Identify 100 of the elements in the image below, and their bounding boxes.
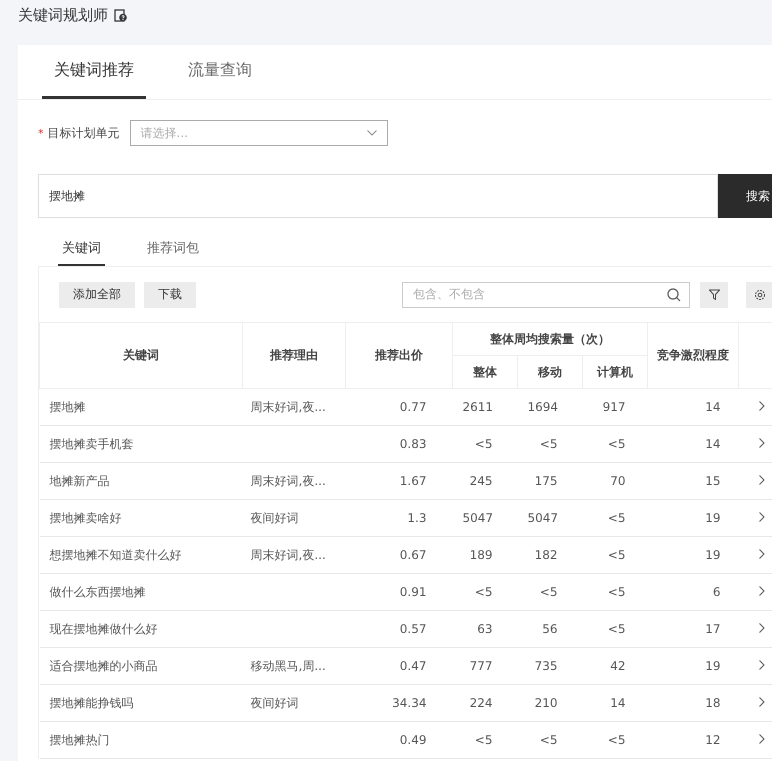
chevron-right-icon[interactable] — [758, 586, 764, 596]
table-cell: <5 — [540, 437, 558, 451]
table-cell: <5 — [608, 585, 626, 599]
table-cell: <5 — [540, 733, 558, 747]
table-cell: 15 — [705, 474, 720, 488]
table-cell: 0.49 — [400, 733, 426, 747]
table-cell: 周末好词,夜... — [250, 548, 326, 562]
table-cell: 189 — [470, 548, 492, 562]
table-cell: 0.67 — [400, 548, 426, 562]
chevron-right-icon[interactable] — [758, 549, 764, 559]
table-cell: <5 — [474, 437, 492, 451]
table-cell: 0.47 — [400, 659, 426, 673]
table-cell: 1.67 — [400, 474, 426, 488]
tab[interactable]: 关键词推荐 — [42, 45, 146, 99]
table-cell: 1.3 — [407, 511, 426, 525]
table-cell: 14 — [610, 696, 626, 710]
tab[interactable]: 流量查询 — [176, 45, 264, 99]
chevron-right-icon[interactable] — [758, 438, 764, 448]
chevron-right-icon[interactable] — [758, 512, 764, 522]
settings-icon — [754, 288, 766, 300]
tab[interactable]: 推荐词包 — [143, 232, 203, 266]
table-cell: 摆地摊热门 — [50, 732, 110, 746]
tab[interactable]: 关键词 — [58, 232, 105, 266]
table-cell: 175 — [534, 474, 558, 488]
table-cell: 做什么东西摆地摊 — [50, 584, 146, 598]
search-icon — [667, 288, 681, 302]
table-cell: 0.91 — [400, 585, 426, 599]
table-cell: 14 — [705, 437, 720, 451]
table-cell: 63 — [477, 622, 492, 636]
chevron-right-icon[interactable] — [758, 623, 764, 633]
table-cell: 210 — [534, 696, 558, 710]
table-cell: <5 — [608, 437, 626, 451]
table-cell: 5047 — [462, 511, 494, 525]
table-cell: 周末好词,夜... — [250, 400, 326, 414]
table-cell: 2611 — [462, 400, 494, 414]
column-header: 移动 — [518, 356, 582, 388]
table-cell: 0.57 — [400, 622, 426, 636]
table-cell: 移动黑马,周... — [250, 658, 326, 672]
chevron-right-icon[interactable] — [758, 697, 764, 707]
table-cell: <5 — [608, 511, 626, 525]
filter-button[interactable] — [700, 282, 728, 308]
table-cell: 917 — [602, 400, 626, 414]
column-header: 整体周均搜索量（次） — [452, 323, 648, 356]
field-label: 目标计划单元 — [48, 124, 120, 142]
required-mark: * — [38, 126, 44, 140]
search-field[interactable]: 摆地摊 — [38, 174, 718, 218]
add-all-button[interactable]: 添加全部 — [59, 282, 135, 308]
column-header: 推荐出价 — [346, 323, 452, 388]
table-cell: 19 — [705, 511, 720, 525]
table-cell: <5 — [540, 585, 558, 599]
chevron-right-icon[interactable] — [758, 734, 764, 744]
column-header: 整体 — [452, 356, 518, 388]
table-cell: 适合摆地摊的小商品 — [50, 658, 158, 672]
table-cell: 34.34 — [392, 696, 426, 710]
table-cell: 想摆地摊不知道卖什么好 — [50, 548, 182, 562]
settings-button[interactable] — [746, 282, 772, 308]
table-cell: 6 — [712, 585, 720, 599]
chevron-right-icon[interactable] — [758, 660, 764, 670]
table-cell: 14 — [705, 400, 720, 414]
table-cell: 182 — [534, 548, 558, 562]
table-cell: 摆地摊卖啥好 — [50, 510, 122, 524]
table-cell: 1694 — [528, 400, 558, 414]
table-cell: 18 — [705, 696, 720, 710]
table-cell: <5 — [608, 733, 626, 747]
help-icon[interactable] — [114, 8, 127, 22]
chevron-right-icon[interactable] — [758, 475, 764, 485]
table-cell: 70 — [610, 474, 626, 488]
column-header: 竞争激烈程度 — [648, 323, 738, 388]
column-header: 推荐理由 — [242, 323, 346, 388]
table-cell: 0.83 — [400, 437, 426, 451]
page-title: 关键词规划师 — [18, 6, 108, 24]
table-cell: 735 — [534, 659, 558, 673]
table-cell: 夜间好词 — [250, 510, 298, 524]
table-cell: 56 — [542, 622, 558, 636]
table-cell: 12 — [705, 733, 720, 747]
table-cell: 摆地摊卖手机套 — [50, 436, 134, 450]
download-button[interactable]: 下载 — [144, 282, 196, 308]
filter-icon — [708, 289, 720, 300]
table-cell: 19 — [705, 659, 720, 673]
table-cell: <5 — [608, 622, 626, 636]
table-cell: 245 — [470, 474, 492, 488]
table-cell: 777 — [470, 659, 492, 673]
table-cell: 周末好词,夜... — [250, 474, 326, 488]
table-cell: 地摊新产品 — [50, 474, 110, 488]
table-cell: 224 — [470, 696, 492, 710]
table-cell: 现在摆地摊做什么好 — [50, 622, 158, 636]
table-cell: 摆地摊 — [50, 400, 86, 414]
column-header: 关键词 — [40, 323, 242, 388]
table-cell: <5 — [474, 733, 492, 747]
search-button[interactable]: 搜索 — [718, 174, 772, 218]
table-cell: 0.77 — [400, 400, 426, 414]
table-cell: 摆地摊能挣钱吗 — [50, 696, 134, 710]
table-cell: <5 — [608, 548, 626, 562]
table-cell: 42 — [610, 659, 626, 673]
table-cell: 夜间好词 — [250, 696, 298, 710]
table-cell: <5 — [474, 585, 492, 599]
chevron-down-icon — [366, 130, 376, 136]
chevron-right-icon[interactable] — [758, 401, 764, 411]
table-cell: 5047 — [528, 511, 558, 525]
table-cell: 19 — [705, 548, 720, 562]
